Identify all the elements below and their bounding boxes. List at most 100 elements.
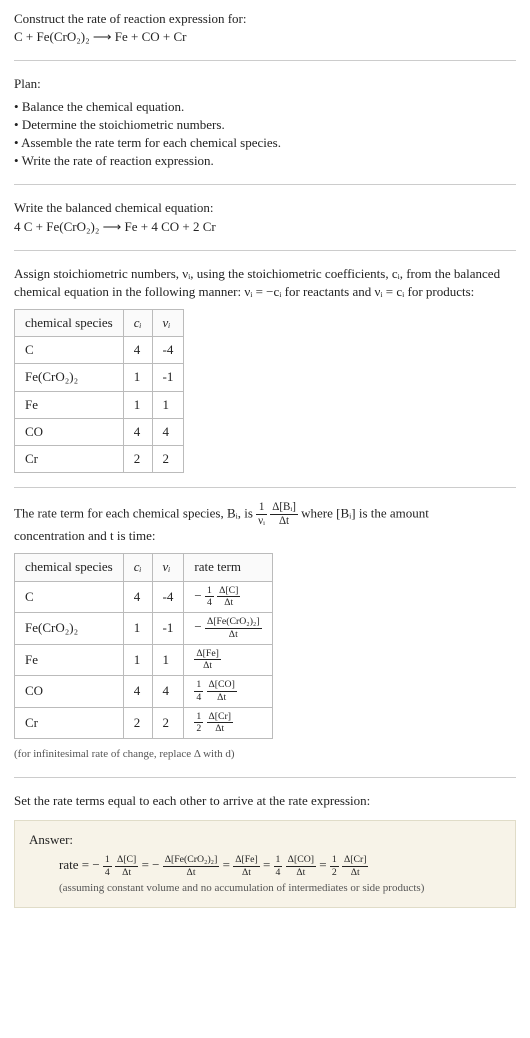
cell-ci: 1 <box>123 364 152 391</box>
fraction-denominator: 4 <box>103 867 112 878</box>
stoich-text: Assign stoichiometric numbers, νᵢ, using… <box>14 265 516 301</box>
cell-vi: 1 <box>152 391 184 418</box>
table-row: Fe(CrO₂)₂ 1 -1 <box>15 364 184 391</box>
plan-heading: Plan: <box>14 75 516 93</box>
divider <box>14 250 516 251</box>
cell-vi: 2 <box>152 707 184 739</box>
fraction-conc: Δ[Cr] Δt <box>342 855 369 878</box>
fraction-numerator: Δ[Bᵢ] <box>270 502 298 515</box>
fraction-coeff: 1 4 <box>205 586 214 609</box>
divider <box>14 777 516 778</box>
fraction-1-over-vi: 1 νᵢ <box>256 502 267 527</box>
plan-list: Balance the chemical equation. Determine… <box>14 98 516 171</box>
fraction-conc: Δ[Cr] Δt <box>207 712 234 735</box>
stoich-table: chemical species cᵢ νᵢ C 4 -4 Fe(CrO₂)₂ … <box>14 309 184 473</box>
fraction-numerator: Δ[Fe(CrO₂)₂] <box>163 855 220 867</box>
plan-item: Determine the stoichiometric numbers. <box>14 116 516 134</box>
cell-species: Fe <box>15 391 124 418</box>
col-header-species: chemical species <box>15 554 124 581</box>
col-header-ci: cᵢ <box>123 554 152 581</box>
cell-vi: -1 <box>152 613 184 645</box>
cell-ci: 1 <box>123 644 152 676</box>
fraction-numerator: Δ[CO] <box>207 680 237 692</box>
fraction-denominator: Δt <box>205 629 262 640</box>
table-row: Cr 2 2 1 2 Δ[Cr] Δt <box>15 707 273 739</box>
cell-species: C <box>15 581 124 613</box>
fraction-numerator: Δ[CO] <box>286 855 316 867</box>
divider <box>14 184 516 185</box>
fraction-coeff: 1 4 <box>194 680 203 703</box>
ans-lead: rate = − <box>59 857 103 872</box>
col-header-rate-term: rate term <box>184 554 272 581</box>
fraction-conc: Δ[CO] Δt <box>207 680 237 703</box>
fraction-numerator: Δ[C] <box>217 586 240 598</box>
table-row: C 4 -4 <box>15 337 184 364</box>
cell-ci: 1 <box>123 613 152 645</box>
fraction-numerator: Δ[Fe] <box>233 855 260 867</box>
fraction-denominator: Δt <box>286 867 316 878</box>
fraction-numerator: Δ[C] <box>115 855 138 867</box>
neg-sign: − <box>194 588 205 603</box>
fraction-coeff: 1 4 <box>103 855 112 878</box>
table-row: CO 4 4 1 4 Δ[CO] Δt <box>15 676 273 708</box>
prompt-equation: C + Fe(CrO₂)₂ ⟶ Fe + CO + Cr <box>14 28 516 46</box>
fraction-denominator: Δt <box>207 692 237 703</box>
fraction-conc: Δ[Fe(CrO₂)₂] Δt <box>163 855 220 878</box>
fraction-coeff: 1 2 <box>330 855 339 878</box>
fraction-denominator: Δt <box>217 597 240 608</box>
cell-species: Fe(CrO₂)₂ <box>15 364 124 391</box>
fraction-numerator: Δ[Cr] <box>207 712 234 724</box>
table-row: Fe 1 1 Δ[Fe] Δt <box>15 644 273 676</box>
fraction-conc: Δ[C] Δt <box>217 586 240 609</box>
fraction-denominator: Δt <box>270 515 298 527</box>
fraction-coeff: 1 2 <box>194 712 203 735</box>
col-header-ci: cᵢ <box>123 310 152 337</box>
fraction-numerator: Δ[Cr] <box>342 855 369 867</box>
cell-ci: 2 <box>123 707 152 739</box>
fraction-denominator: 4 <box>194 692 203 703</box>
fraction-numerator: 1 <box>103 855 112 867</box>
answer-label: Answer: <box>29 831 501 849</box>
fraction-denominator: Δt <box>207 723 234 734</box>
fraction-numerator: 1 <box>194 680 203 692</box>
cell-species: Cr <box>15 707 124 739</box>
infinitesimal-note: (for infinitesimal rate of change, repla… <box>14 747 516 762</box>
fraction-numerator: 1 <box>256 502 267 515</box>
plan-item: Write the rate of reaction expression. <box>14 152 516 170</box>
prompt-title: Construct the rate of reaction expressio… <box>14 10 516 28</box>
fraction-denominator: Δt <box>233 867 260 878</box>
table-row: Fe(CrO₂)₂ 1 -1 − Δ[Fe(CrO₂)₂] Δt <box>15 613 273 645</box>
cell-species: CO <box>15 676 124 708</box>
fraction-denominator: 4 <box>274 867 283 878</box>
balanced-equation: 4 C + Fe(CrO₂)₂ ⟶ Fe + 4 CO + 2 Cr <box>14 218 516 236</box>
fraction-denominator: νᵢ <box>256 515 267 527</box>
cell-ci: 4 <box>123 581 152 613</box>
cell-rate-term: − Δ[Fe(CrO₂)₂] Δt <box>184 613 272 645</box>
fraction-conc: Δ[CO] Δt <box>286 855 316 878</box>
fraction-conc: Δ[Fe] Δt <box>194 649 221 672</box>
plan-item: Assemble the rate term for each chemical… <box>14 134 516 152</box>
fraction-denominator: 4 <box>205 597 214 608</box>
cell-vi: -1 <box>152 364 184 391</box>
fraction-numerator: 1 <box>274 855 283 867</box>
cell-species: Fe <box>15 644 124 676</box>
cell-vi: -4 <box>152 337 184 364</box>
col-header-vi: νᵢ <box>152 310 184 337</box>
fraction-denominator: Δt <box>342 867 369 878</box>
rate-text-line2: concentration and t is time: <box>14 527 516 545</box>
fraction-numerator: 1 <box>194 712 203 724</box>
col-header-vi: νᵢ <box>152 554 184 581</box>
cell-ci: 4 <box>123 418 152 445</box>
fraction-dBi-dt: Δ[Bᵢ] Δt <box>270 502 298 527</box>
fraction-denominator: Δt <box>115 867 138 878</box>
fraction-conc: Δ[C] Δt <box>115 855 138 878</box>
cell-vi: 2 <box>152 446 184 473</box>
cell-species: CO <box>15 418 124 445</box>
table-row: Fe 1 1 <box>15 391 184 418</box>
fraction-denominator: Δt <box>194 660 221 671</box>
set-equal-text: Set the rate terms equal to each other t… <box>14 792 516 810</box>
fraction-conc: Δ[Fe(CrO₂)₂] Δt <box>205 617 262 640</box>
cell-rate-term: Δ[Fe] Δt <box>184 644 272 676</box>
rate-term-table: chemical species cᵢ νᵢ rate term C 4 -4 … <box>14 553 273 739</box>
col-header-species: chemical species <box>15 310 124 337</box>
